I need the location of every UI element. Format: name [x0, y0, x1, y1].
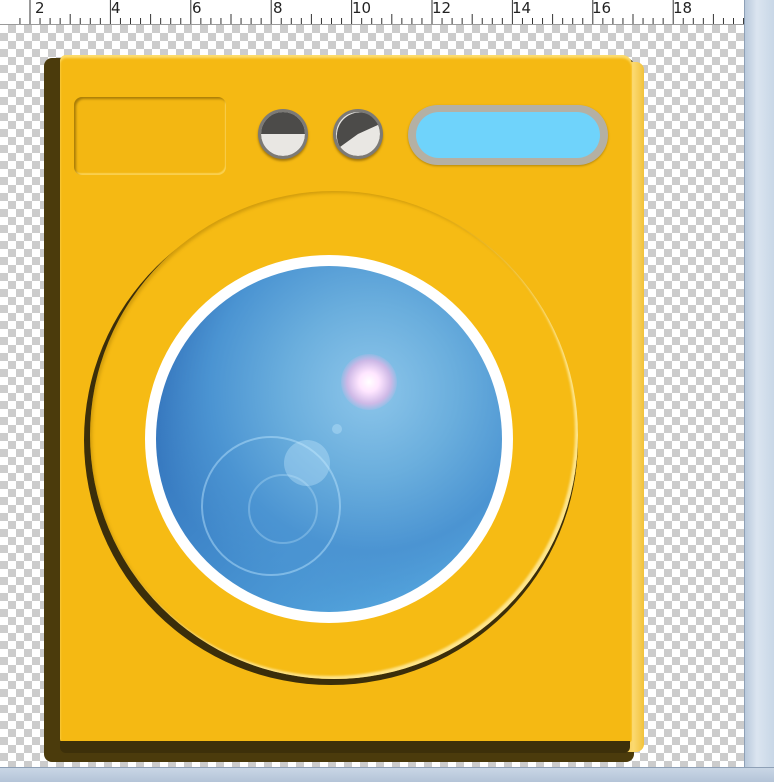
machine-base: [60, 741, 630, 753]
knob-face: [336, 112, 380, 156]
ruler-label-18: 18: [673, 0, 693, 17]
ruler-label-2: 2: [35, 0, 45, 17]
ruler-label-8: 8: [273, 0, 283, 17]
ruler-label-12: 12: [432, 0, 452, 17]
dial-knob-icon: [258, 109, 308, 159]
door-glass: [156, 266, 502, 612]
knob-graphic: [261, 112, 305, 156]
document-canvas[interactable]: [0, 25, 744, 767]
ruler-label-4: 4: [111, 0, 121, 17]
lens-flare-highlight: [341, 354, 397, 410]
knob-face: [261, 112, 305, 156]
window-frame-bottom: [0, 767, 774, 782]
lens-flare-speck: [332, 424, 342, 434]
horizontal-ruler[interactable]: 2 4 6 8 10 12 14 16 18: [0, 0, 744, 25]
ruler-label-6: 6: [192, 0, 202, 17]
ruler-label-10: 10: [352, 0, 372, 17]
window-frame-right: [744, 0, 774, 781]
display-panel: [408, 105, 608, 165]
dial-knob-icon: [333, 109, 383, 159]
ruler-label-14: 14: [512, 0, 532, 17]
detergent-drawer: [74, 97, 226, 175]
ruler-label-16: 16: [592, 0, 612, 17]
display-screen: [416, 112, 600, 158]
lens-flare-dot: [284, 440, 330, 486]
knob-graphic: [336, 112, 380, 156]
